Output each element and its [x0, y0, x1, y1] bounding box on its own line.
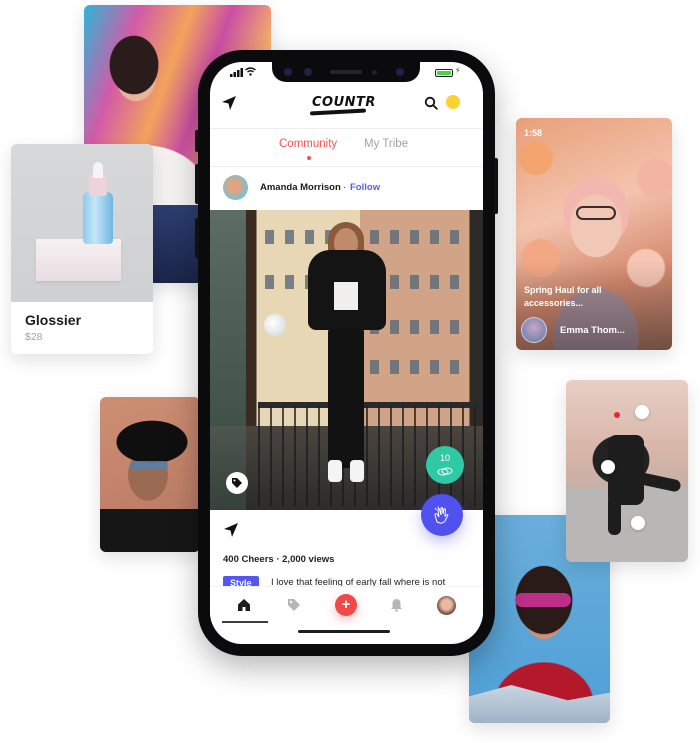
product-image [11, 144, 153, 302]
phone-screen: ⚡ COUNTR Community My Tribe Amanda Morri… [210, 62, 483, 644]
story-author-avatar[interactable] [521, 317, 547, 343]
product-tag-hotspot[interactable] [635, 405, 649, 419]
building-windows [370, 360, 470, 374]
post-stats: 400 Cheers · 2,000 views [223, 554, 335, 565]
story-title: Spring Haul for all accessories... [524, 285, 602, 308]
separator: · [343, 182, 347, 193]
product-name: Glossier [25, 312, 82, 328]
post-header: Amanda Morrison · Follow [210, 168, 483, 208]
coin-count: 10 [439, 453, 450, 463]
home-indicator[interactable] [298, 630, 390, 633]
bottle-dropper [93, 162, 103, 178]
plus-icon: + [335, 594, 357, 616]
hat-man-photo [100, 397, 200, 552]
feed-card-rooftop[interactable] [566, 380, 688, 562]
silent-switch [195, 130, 199, 152]
volume-down-button [195, 218, 199, 258]
nav-profile[interactable] [424, 587, 468, 623]
product-tag-hotspot[interactable] [601, 460, 615, 474]
volume-up-button [195, 164, 199, 204]
building-windows [370, 230, 470, 244]
post-image[interactable]: 10 [210, 210, 483, 510]
feed-card-hat-man[interactable] [100, 397, 200, 552]
app-logo: COUNTR [312, 95, 376, 110]
sensor-dot [372, 70, 377, 75]
glass-reflection [210, 210, 246, 510]
sneaker [328, 460, 342, 482]
story-duration: 1:58 [524, 128, 543, 138]
notch [272, 62, 420, 82]
active-tab-indicator [307, 156, 311, 160]
author-name[interactable]: Amanda Morrison [260, 182, 341, 193]
glasses-detail [576, 206, 616, 220]
street-lamp [264, 314, 286, 336]
nav-notifications[interactable] [374, 587, 418, 623]
search-icon[interactable] [424, 96, 438, 110]
nav-home[interactable] [222, 587, 266, 623]
clap-hands-icon [434, 506, 449, 524]
home-icon [238, 599, 250, 611]
header-divider [210, 128, 483, 129]
product-card[interactable]: Glossier $28 [11, 144, 153, 354]
camera-icon [304, 68, 312, 76]
nav-tags[interactable] [272, 587, 316, 623]
send-icon[interactable] [223, 522, 239, 538]
send-icon[interactable] [220, 94, 238, 112]
sneaker [350, 460, 364, 482]
follow-button[interactable]: Follow [350, 182, 380, 193]
tabs-divider [210, 166, 483, 167]
model-legs [328, 328, 364, 468]
nav-create[interactable]: + [324, 587, 368, 623]
speaker-grille [330, 70, 362, 74]
battery-level [437, 71, 451, 75]
tab-my-tribe[interactable]: My Tribe [364, 138, 408, 150]
charging-bolt-icon: ⚡ [455, 66, 461, 75]
camera-icon [284, 68, 292, 76]
tag-icon [232, 478, 242, 488]
active-nav-indicator [222, 621, 268, 623]
product-tag-button[interactable] [226, 472, 248, 494]
model-top [334, 282, 358, 310]
red-glasses-dot [614, 412, 620, 418]
coin-icon[interactable] [446, 95, 460, 109]
battery-icon [435, 69, 453, 77]
bottom-nav: + [210, 586, 483, 623]
coin-tip-button[interactable]: 10 [426, 446, 464, 484]
sunglasses-detail [130, 461, 168, 470]
product-box [36, 239, 121, 281]
story-author-name[interactable]: Emma Thom... [560, 325, 625, 336]
coins-icon [437, 467, 453, 476]
product-tag-hotspot[interactable] [631, 516, 645, 530]
feed-tabs: Community My Tribe [210, 134, 483, 164]
figure-leg [608, 495, 621, 535]
camera-icon [396, 68, 404, 76]
author-avatar[interactable] [223, 175, 248, 200]
wifi-icon [245, 67, 256, 76]
serum-bottle [83, 192, 113, 244]
phone-frame: ⚡ COUNTR Community My Tribe Amanda Morri… [195, 50, 498, 656]
story-card[interactable]: 1:58 Spring Haul for all accessories... … [516, 118, 672, 350]
tab-community[interactable]: Community [279, 138, 337, 150]
cheer-button[interactable] [421, 494, 463, 536]
tag-icon [288, 599, 300, 611]
app-header: COUNTR [210, 88, 483, 124]
power-button [494, 158, 498, 214]
product-price: $28 [25, 331, 43, 343]
heart-glasses-detail [515, 593, 571, 607]
bell-icon [390, 599, 402, 612]
profile-avatar [436, 595, 456, 615]
